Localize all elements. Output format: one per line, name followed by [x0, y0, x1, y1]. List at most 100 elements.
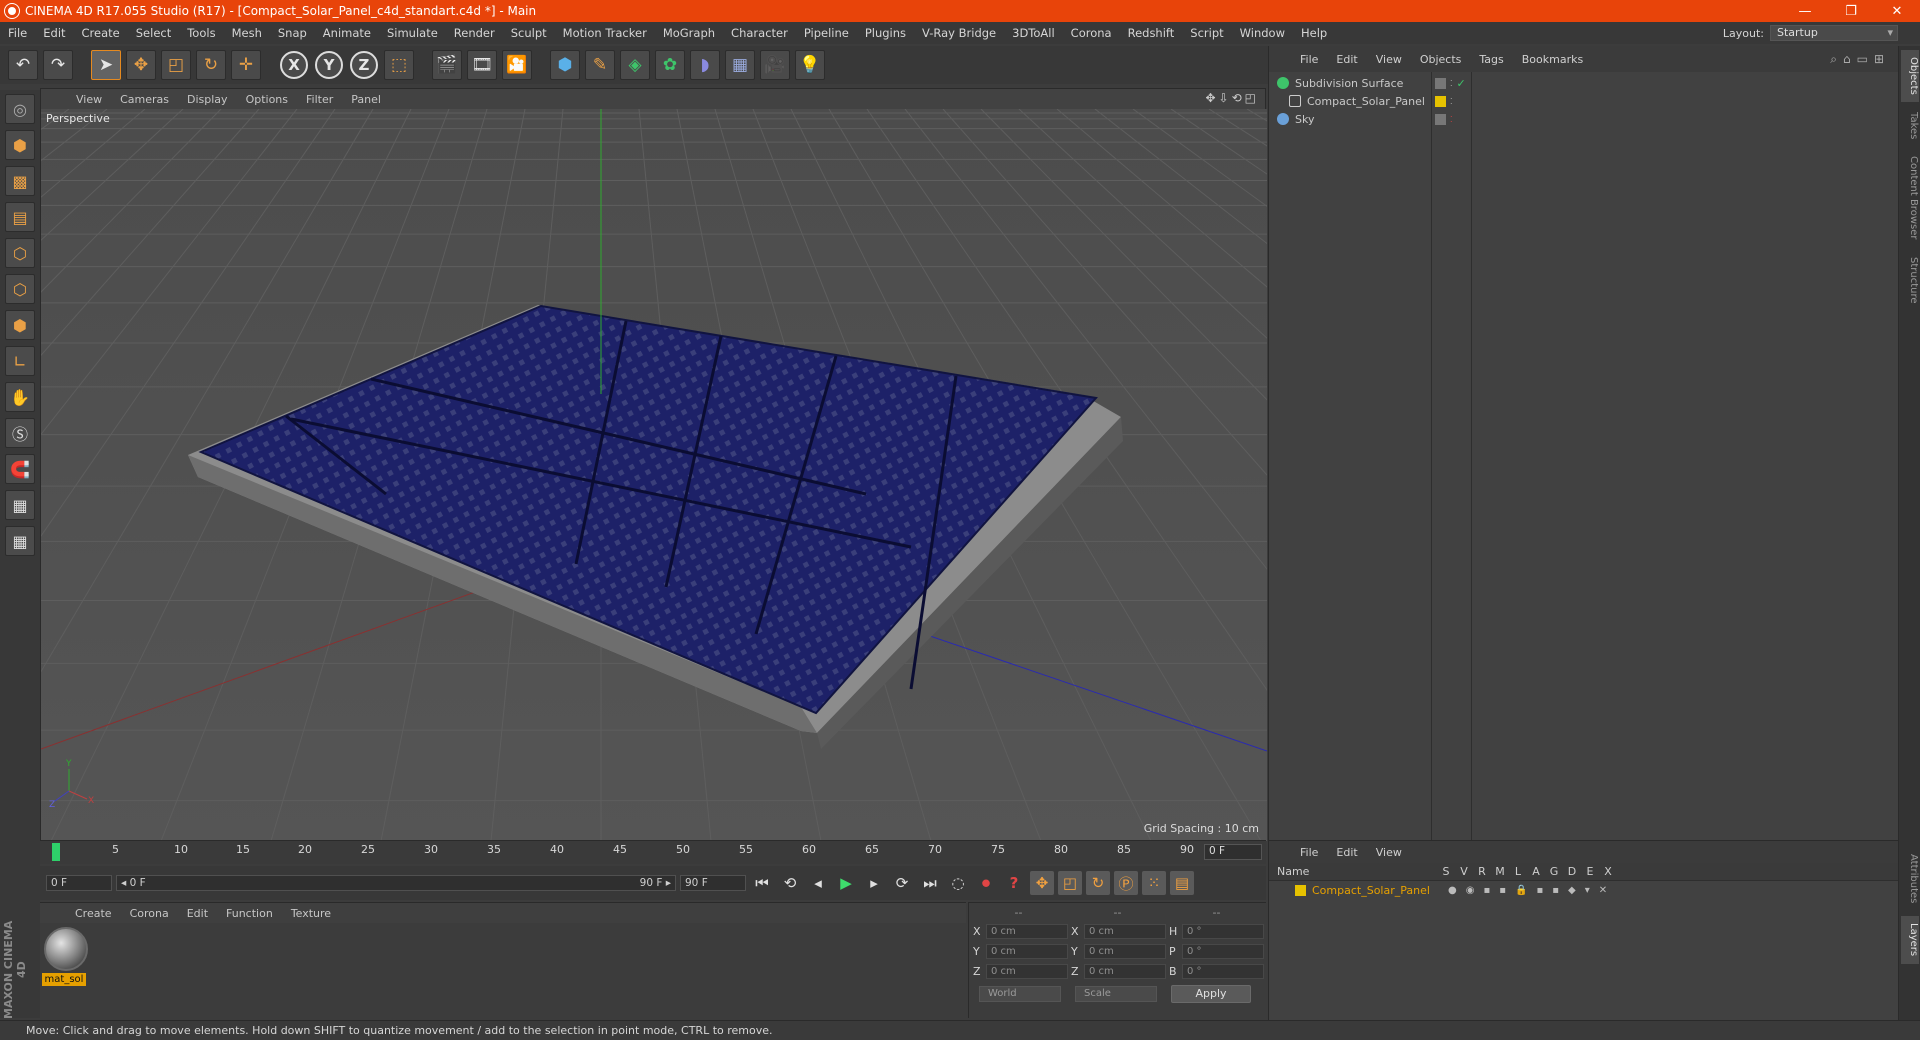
menu-mograph[interactable]: MoGraph	[655, 26, 723, 40]
material-menu-function[interactable]: Function	[217, 907, 282, 920]
rotation-p-field[interactable]: 0 °	[1182, 943, 1264, 959]
menu-window[interactable]: Window	[1232, 26, 1293, 40]
coordinate-mode-select[interactable]: World	[979, 986, 1061, 1002]
prev-frame-icon[interactable]: ◂	[806, 871, 830, 895]
live-select-icon[interactable]: ✛	[231, 50, 261, 80]
key-pla-icon[interactable]: ⁙	[1142, 871, 1166, 895]
material-menu-corona[interactable]: Corona	[121, 907, 178, 920]
menu-vray-bridge[interactable]: V-Ray Bridge	[914, 26, 1004, 40]
autokey-icon[interactable]: ?	[1002, 871, 1026, 895]
z-axis-lock-icon[interactable]: Z	[350, 51, 378, 79]
object-menu-edit[interactable]: Edit	[1327, 53, 1366, 66]
viewport-menu-options[interactable]: Options	[237, 93, 297, 106]
tab-layers[interactable]: Layers	[1901, 916, 1919, 964]
current-frame-field[interactable]: 0 F	[1204, 844, 1262, 860]
prev-key-icon[interactable]: ⟲	[778, 871, 802, 895]
rotation-b-field[interactable]: 0 °	[1182, 963, 1264, 979]
render-view-icon[interactable]: 🎬	[432, 50, 462, 80]
spline-pen-icon[interactable]: ✎	[585, 50, 615, 80]
tab-objects[interactable]: Objects	[1901, 50, 1919, 102]
axis-mode-icon[interactable]: ∟	[5, 346, 35, 376]
menu-mesh[interactable]: Mesh	[224, 26, 270, 40]
viewport-menu-panel[interactable]: Panel	[342, 93, 390, 106]
viewport-navigation-icons[interactable]: ✥⇩⟲◰	[1205, 91, 1259, 105]
position-y-field[interactable]: 0 cm	[986, 943, 1068, 959]
menu-file[interactable]: File	[0, 26, 35, 40]
motion-record-icon[interactable]: ◌	[946, 871, 970, 895]
camera-icon[interactable]: 🎥	[760, 50, 790, 80]
material-menu-edit[interactable]: Edit	[178, 907, 217, 920]
visibility-dots-icon[interactable]: ⁚	[1450, 79, 1453, 88]
menu-edit[interactable]: Edit	[35, 26, 73, 40]
layer-menu-file[interactable]: File	[1291, 846, 1327, 859]
layer-color-swatch[interactable]	[1295, 884, 1306, 896]
goto-start-icon[interactable]: ⏮	[750, 871, 774, 895]
tab-attributes[interactable]: Attributes	[1901, 846, 1919, 912]
play-icon[interactable]: ▶	[834, 871, 858, 895]
viewport-menu-filter[interactable]: Filter	[297, 93, 342, 106]
enabled-check-icon[interactable]: ✓	[1457, 77, 1466, 90]
menu-sculpt[interactable]: Sculpt	[503, 26, 555, 40]
scale-tool-icon[interactable]: ◰	[161, 50, 191, 80]
mograph-cloner-icon[interactable]: ✿	[655, 50, 685, 80]
layer-color-icon[interactable]	[1435, 77, 1446, 89]
viewport-menu-view[interactable]: View	[67, 93, 111, 106]
texture-mode-icon[interactable]: ▩	[5, 166, 35, 196]
material-name-label[interactable]: mat_sol	[42, 973, 86, 986]
object-manager-search-icon[interactable]: ⌕⌂▭⊞	[1830, 52, 1890, 67]
menu-create[interactable]: Create	[74, 26, 128, 40]
minimize-button[interactable]: —	[1782, 4, 1828, 19]
perspective-viewport[interactable]: View Cameras Display Options Filter Pane…	[40, 88, 1267, 841]
polygon-mode-icon[interactable]: ⬢	[5, 310, 35, 340]
menu-animate[interactable]: Animate	[315, 26, 379, 40]
menu-motion-tracker[interactable]: Motion Tracker	[555, 26, 655, 40]
layer-color-icon[interactable]	[1435, 113, 1446, 125]
key-position-icon[interactable]: ✥	[1030, 871, 1054, 895]
size-x-field[interactable]: 0 cm	[1084, 923, 1166, 939]
select-arrow-icon[interactable]: ➤	[91, 50, 121, 80]
menu-3dtoall[interactable]: 3DToAll	[1004, 26, 1063, 40]
menu-pipeline[interactable]: Pipeline	[796, 26, 857, 40]
apply-button[interactable]: Apply	[1171, 985, 1251, 1003]
light-bulb-icon[interactable]: 💡	[795, 50, 825, 80]
preview-range-slider[interactable]: ◂ 0 F 90 F ▸	[116, 875, 676, 891]
make-editable-icon[interactable]: ◎	[5, 94, 35, 124]
menu-script[interactable]: Script	[1182, 26, 1231, 40]
move-tool-icon[interactable]: ✥	[126, 50, 156, 80]
coordinate-system-icon[interactable]: ⬚	[384, 50, 414, 80]
timeline-playhead[interactable]	[52, 843, 60, 861]
rotate-tool-icon[interactable]: ↻	[196, 50, 226, 80]
subdivision-generator-icon[interactable]: ◈	[620, 50, 650, 80]
rotation-h-field[interactable]: 0 °	[1182, 923, 1264, 939]
magnet-icon[interactable]: 🧲	[5, 454, 35, 484]
next-frame-icon[interactable]: ▸	[862, 871, 886, 895]
goto-end-icon[interactable]: ⏭	[918, 871, 942, 895]
timeline-window-icon[interactable]: ▤	[1170, 871, 1194, 895]
layout-select[interactable]: Startup	[1770, 25, 1898, 41]
timeline-ruler[interactable]: 0 5 10 15 20 25 30 35 40 45 50 55 60 65 …	[40, 840, 1266, 864]
object-menu-objects[interactable]: Objects	[1411, 53, 1471, 66]
menu-help[interactable]: Help	[1293, 26, 1335, 40]
viewport-scene[interactable]: Y X Z	[41, 109, 1267, 841]
menu-corona[interactable]: Corona	[1063, 26, 1120, 40]
menu-simulate[interactable]: Simulate	[379, 26, 446, 40]
close-button[interactable]: ✕	[1874, 4, 1920, 19]
menu-render[interactable]: Render	[446, 26, 503, 40]
position-x-field[interactable]: 0 cm	[986, 923, 1068, 939]
viewport-menu-display[interactable]: Display	[178, 93, 237, 106]
workplane-mode-icon[interactable]: ▤	[5, 202, 35, 232]
position-z-field[interactable]: 0 cm	[986, 963, 1068, 979]
menu-select[interactable]: Select	[128, 26, 179, 40]
material-preview-sphere[interactable]	[44, 927, 88, 971]
layer-row-compact-solar-panel[interactable]: Compact_Solar_Panel ●◉▪▪🔒▪▪◆▾✕	[1269, 881, 1898, 899]
restore-button[interactable]: ❐	[1828, 4, 1874, 19]
object-menu-tags[interactable]: Tags	[1470, 53, 1512, 66]
size-z-field[interactable]: 0 cm	[1084, 963, 1166, 979]
tweak-mode-icon[interactable]: ✋	[5, 382, 35, 412]
x-axis-lock-icon[interactable]: X	[280, 51, 308, 79]
menu-tools[interactable]: Tools	[179, 26, 223, 40]
visibility-dots-icon[interactable]: ⁚	[1450, 115, 1453, 124]
object-menu-view[interactable]: View	[1367, 53, 1411, 66]
size-y-field[interactable]: 0 cm	[1084, 943, 1166, 959]
undo-icon[interactable]: ↶	[8, 50, 38, 80]
